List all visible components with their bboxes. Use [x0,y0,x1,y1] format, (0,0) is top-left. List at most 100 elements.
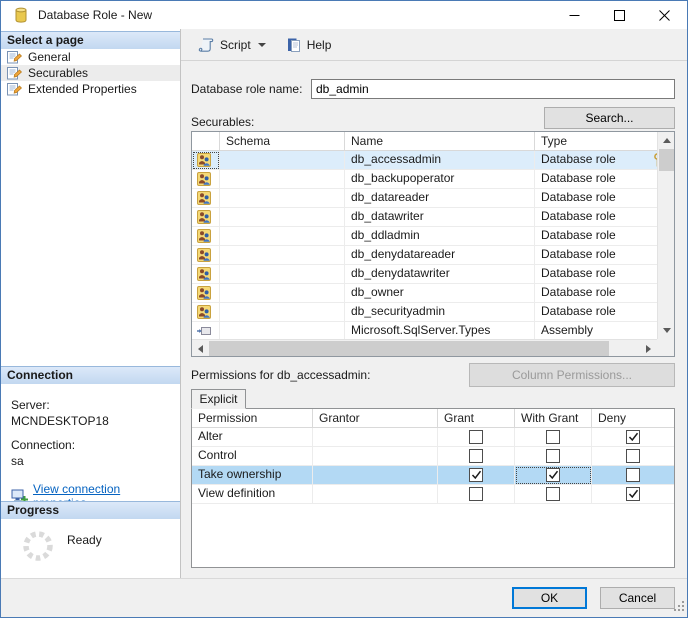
permissions-header-grant: Grant [438,409,515,428]
column-permissions-button: Column Permissions... [469,363,675,387]
role-icon [192,303,220,322]
tab-explicit[interactable]: Explicit [191,389,246,409]
permission-row[interactable]: Alter [192,428,674,447]
help-button[interactable]: Help [280,34,338,56]
connection-value: sa [11,454,24,468]
securables-header-row: Schema Name Type [192,132,674,151]
securables-cell-type: Database role [535,208,662,227]
grant-checkbox[interactable] [469,449,483,463]
permission-row[interactable]: Take ownership [192,466,674,485]
permission-grantor [313,466,438,485]
securables-cell-type: Database role [535,151,662,170]
securables-row[interactable]: db_denydatareader Database role [192,246,662,265]
securables-row[interactable]: db_datareader Database role [192,189,662,208]
role-icon [192,246,220,265]
permission-deny-cell [592,485,674,504]
progress-section: Progress Ready [1,501,180,565]
sidebar-item-extended-properties[interactable]: Extended Properties [1,81,180,97]
securables-row[interactable]: db_backupoperator Database role [192,170,662,189]
vertical-scroll-thumb[interactable] [659,149,674,171]
grant-checkbox[interactable] [469,487,483,501]
securables-cell-name: db_ddladmin [345,227,535,246]
permission-row[interactable]: View definition [192,485,674,504]
search-button[interactable]: Search... [544,107,675,129]
permissions-label: Permissions for db_accessadmin: [191,368,371,382]
progress-spinner-icon [19,527,57,565]
securables-cell-type: Database role [535,284,662,303]
permissions-header-permission: Permission [192,409,313,428]
grant-checkbox[interactable] [469,430,483,444]
cancel-button[interactable]: Cancel [600,587,675,609]
securables-cell-name: db_datareader [345,189,535,208]
securables-rows: db_accessadmin Database role db_backupoper… [192,151,662,341]
role-name-input[interactable] [311,79,675,99]
ok-button[interactable]: OK [512,587,587,609]
page-list: General Securables Extended Properties [1,49,180,97]
with-grant-checkbox[interactable] [546,430,560,444]
close-button[interactable] [642,1,687,29]
script-icon [197,37,215,53]
securables-cell-schema [220,246,345,265]
securables-row[interactable]: db_securityadmin Database role [192,303,662,322]
script-button[interactable]: Script [191,34,272,56]
deny-checkbox[interactable] [626,468,640,482]
scroll-left-icon[interactable] [192,340,209,356]
sidebar-item-securables[interactable]: Securables [1,65,180,81]
securables-row[interactable]: db_datawriter Database role [192,208,662,227]
deny-checkbox[interactable] [626,487,640,501]
scroll-up-icon[interactable] [658,132,674,149]
with-grant-checkbox[interactable] [546,449,560,463]
role-icon [192,284,220,303]
title-bar: Database Role - New [1,1,687,29]
securables-cell-type: Database role [535,189,662,208]
scroll-right-icon[interactable] [640,340,657,356]
securables-label: Securables: [191,115,255,129]
securables-row[interactable]: db_owner Database role [192,284,662,303]
securables-cell-schema [220,170,345,189]
with-grant-checkbox[interactable] [546,487,560,501]
with-grant-checkbox[interactable] [546,468,560,482]
deny-checkbox[interactable] [626,430,640,444]
permission-with-grant-cell [515,428,592,447]
sidebar-item-label: Securables [28,66,89,80]
securables-header-type: Type [535,132,662,151]
securables-header-schema: Schema [220,132,345,151]
role-icon [192,189,220,208]
permissions-header-with-grant: With Grant [515,409,592,428]
securables-header-icon-col [192,132,220,151]
horizontal-scroll-thumb[interactable] [209,341,609,356]
resize-grip[interactable] [673,600,685,615]
permission-grant-cell [438,428,515,447]
securables-cell-name: db_denydatawriter [345,265,535,284]
progress-header: Progress [1,501,180,519]
permissions-header-deny: Deny [592,409,674,428]
securables-row[interactable]: db_accessadmin Database role [192,151,662,170]
permissions-rows: Alter Control Take ownership View definitio… [192,428,674,504]
permission-grantor [313,485,438,504]
select-a-page-header: Select a page [1,31,180,49]
securables-vertical-scrollbar[interactable] [657,132,674,339]
sidebar-item-general[interactable]: General [1,49,180,65]
securables-horizontal-scrollbar[interactable] [192,339,657,356]
main-panel: Script Help Database role name: Securabl… [181,29,687,578]
securables-table: Schema Name Type db_accessadmin Database … [191,131,675,357]
securables-cell-schema [220,303,345,322]
main-content: Database role name: Securables: Search..… [181,61,687,578]
securables-row[interactable]: db_ddladmin Database role [192,227,662,246]
maximize-button[interactable] [597,1,642,29]
role-icon [192,208,220,227]
permission-grantor [313,428,438,447]
grant-checkbox[interactable] [469,468,483,482]
permission-with-grant-cell [515,447,592,466]
permission-name: View definition [192,485,313,504]
server-value: MCNDESKTOP18 [11,414,109,428]
minimize-button[interactable] [552,1,597,29]
securables-cell-schema [220,189,345,208]
permission-grant-cell [438,447,515,466]
securables-row[interactable]: db_denydatawriter Database role [192,265,662,284]
securables-cell-schema [220,151,345,170]
permission-row[interactable]: Control [192,447,674,466]
deny-checkbox[interactable] [626,449,640,463]
toolbar: Script Help [181,29,687,61]
scroll-down-icon[interactable] [658,322,674,339]
